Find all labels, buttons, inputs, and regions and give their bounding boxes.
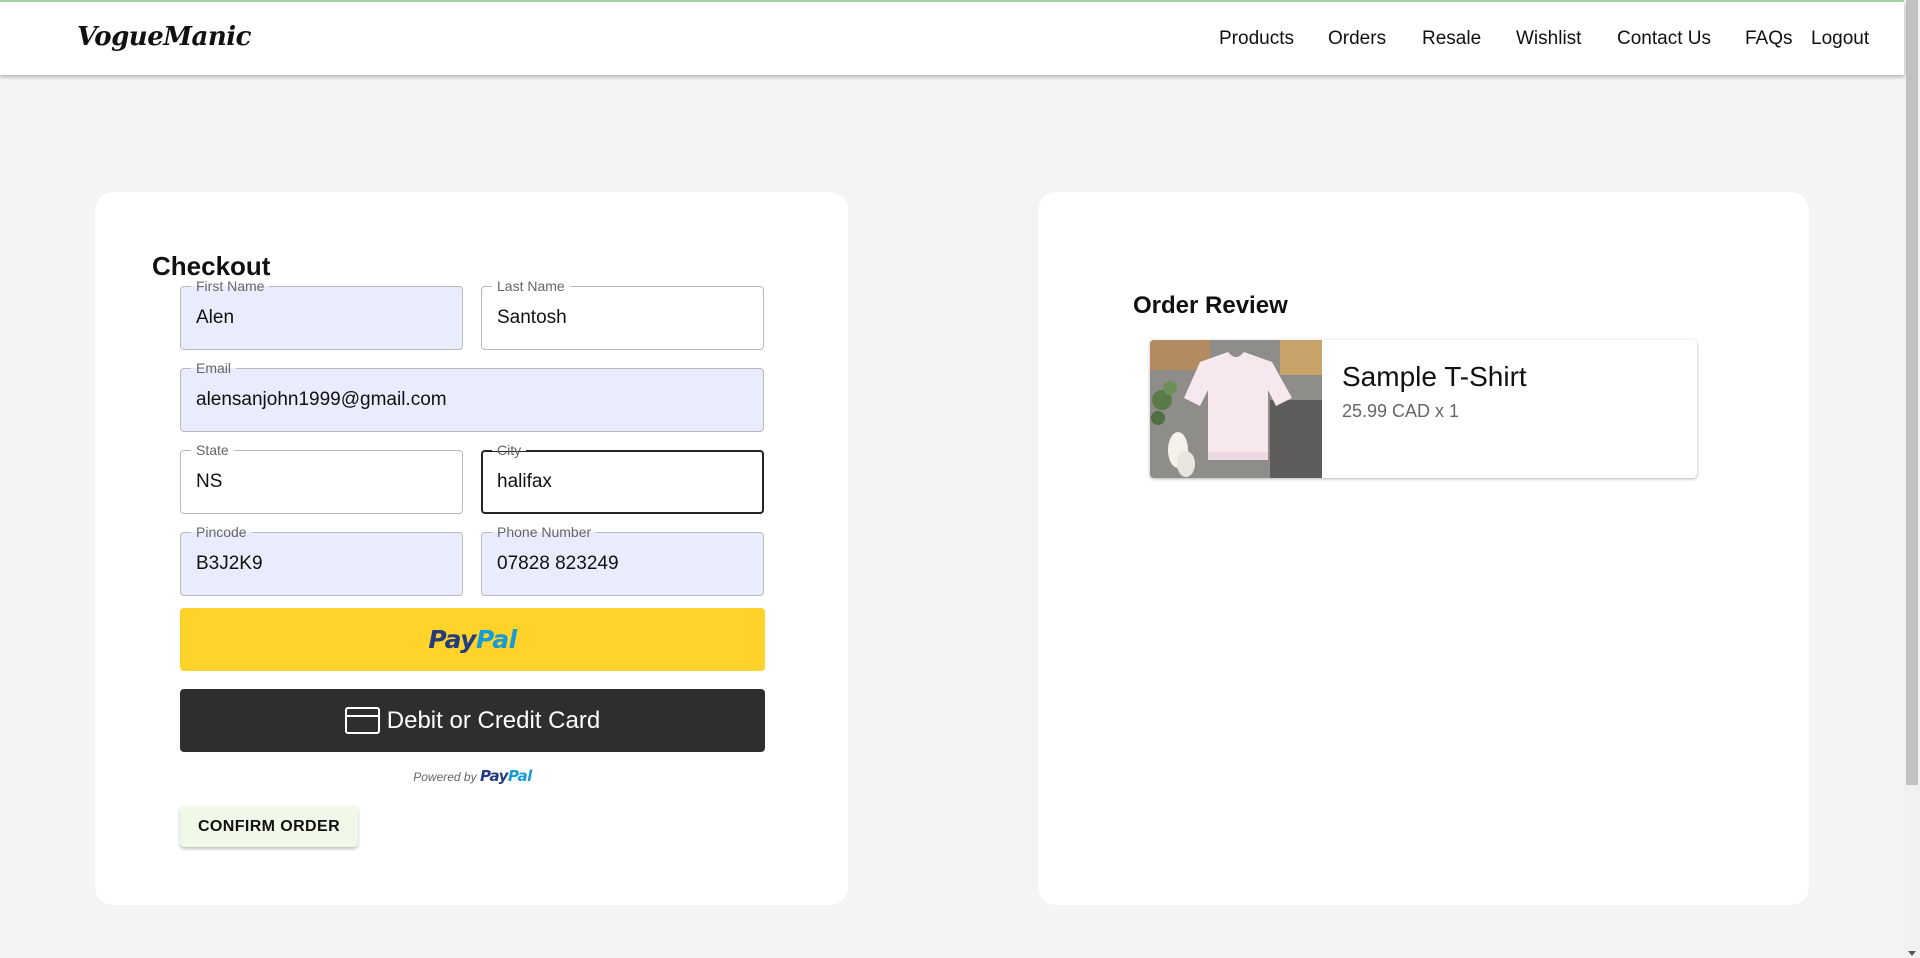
- order-item[interactable]: Sample T-Shirt 25.99 CAD x 1: [1150, 340, 1697, 478]
- email-input[interactable]: [196, 369, 748, 431]
- item-price: 25.99 CAD x 1: [1342, 401, 1460, 421]
- paypal-button[interactable]: PayPal: [180, 608, 765, 671]
- pincode-field: Pincode: [180, 523, 463, 596]
- order-review-title: Order Review: [1133, 292, 1288, 319]
- page-scrollbar[interactable]: [1904, 0, 1920, 958]
- city-field: City: [481, 441, 764, 514]
- navbar: VogueManic Products Orders Resale Wishli…: [0, 2, 1904, 75]
- last-name-field: Last Name: [481, 277, 764, 350]
- powered-by-text: Powered by: [413, 770, 477, 784]
- card-payment-button[interactable]: Debit or Credit Card: [180, 689, 765, 752]
- nav-contact-us[interactable]: Contact Us: [1617, 28, 1711, 50]
- nav-resale[interactable]: Resale: [1422, 28, 1481, 50]
- state-input[interactable]: [196, 451, 447, 513]
- product-image: [1150, 340, 1322, 478]
- confirm-order-button[interactable]: CONFIRM ORDER: [180, 806, 358, 847]
- city-input[interactable]: [497, 452, 746, 512]
- order-review-card: Order Review Sample T-Shirt 25.99 CAD x …: [1038, 192, 1809, 905]
- state-field: State: [180, 441, 463, 514]
- nav-faqs[interactable]: FAQs: [1745, 28, 1793, 50]
- paypal-small-logo: PayPal: [479, 767, 532, 785]
- item-name: Sample T-Shirt: [1342, 361, 1527, 392]
- paypal-logo: PayPal: [428, 625, 517, 654]
- credit-card-icon: [344, 707, 380, 734]
- powered-by-paypal: Powered by PayPal: [180, 767, 765, 785]
- nav-orders[interactable]: Orders: [1328, 28, 1386, 50]
- checkout-card: Checkout First Name Last Name Email Stat…: [95, 192, 848, 905]
- brand-logo[interactable]: VogueManic: [77, 22, 252, 52]
- scroll-down-icon[interactable]: [1908, 951, 1916, 956]
- last-name-input[interactable]: [497, 287, 748, 349]
- nav-wishlist[interactable]: Wishlist: [1516, 28, 1581, 50]
- pincode-input[interactable]: [196, 533, 447, 595]
- scrollbar-thumb[interactable]: [1906, 0, 1918, 785]
- nav-logout[interactable]: Logout: [1811, 28, 1869, 50]
- first-name-input[interactable]: [196, 287, 447, 349]
- phone-field: Phone Number: [481, 523, 764, 596]
- phone-input[interactable]: [497, 533, 748, 595]
- email-field: Email: [180, 359, 764, 432]
- card-payment-label: Debit or Credit Card: [386, 706, 601, 734]
- first-name-field: First Name: [180, 277, 463, 350]
- nav-products[interactable]: Products: [1219, 28, 1294, 50]
